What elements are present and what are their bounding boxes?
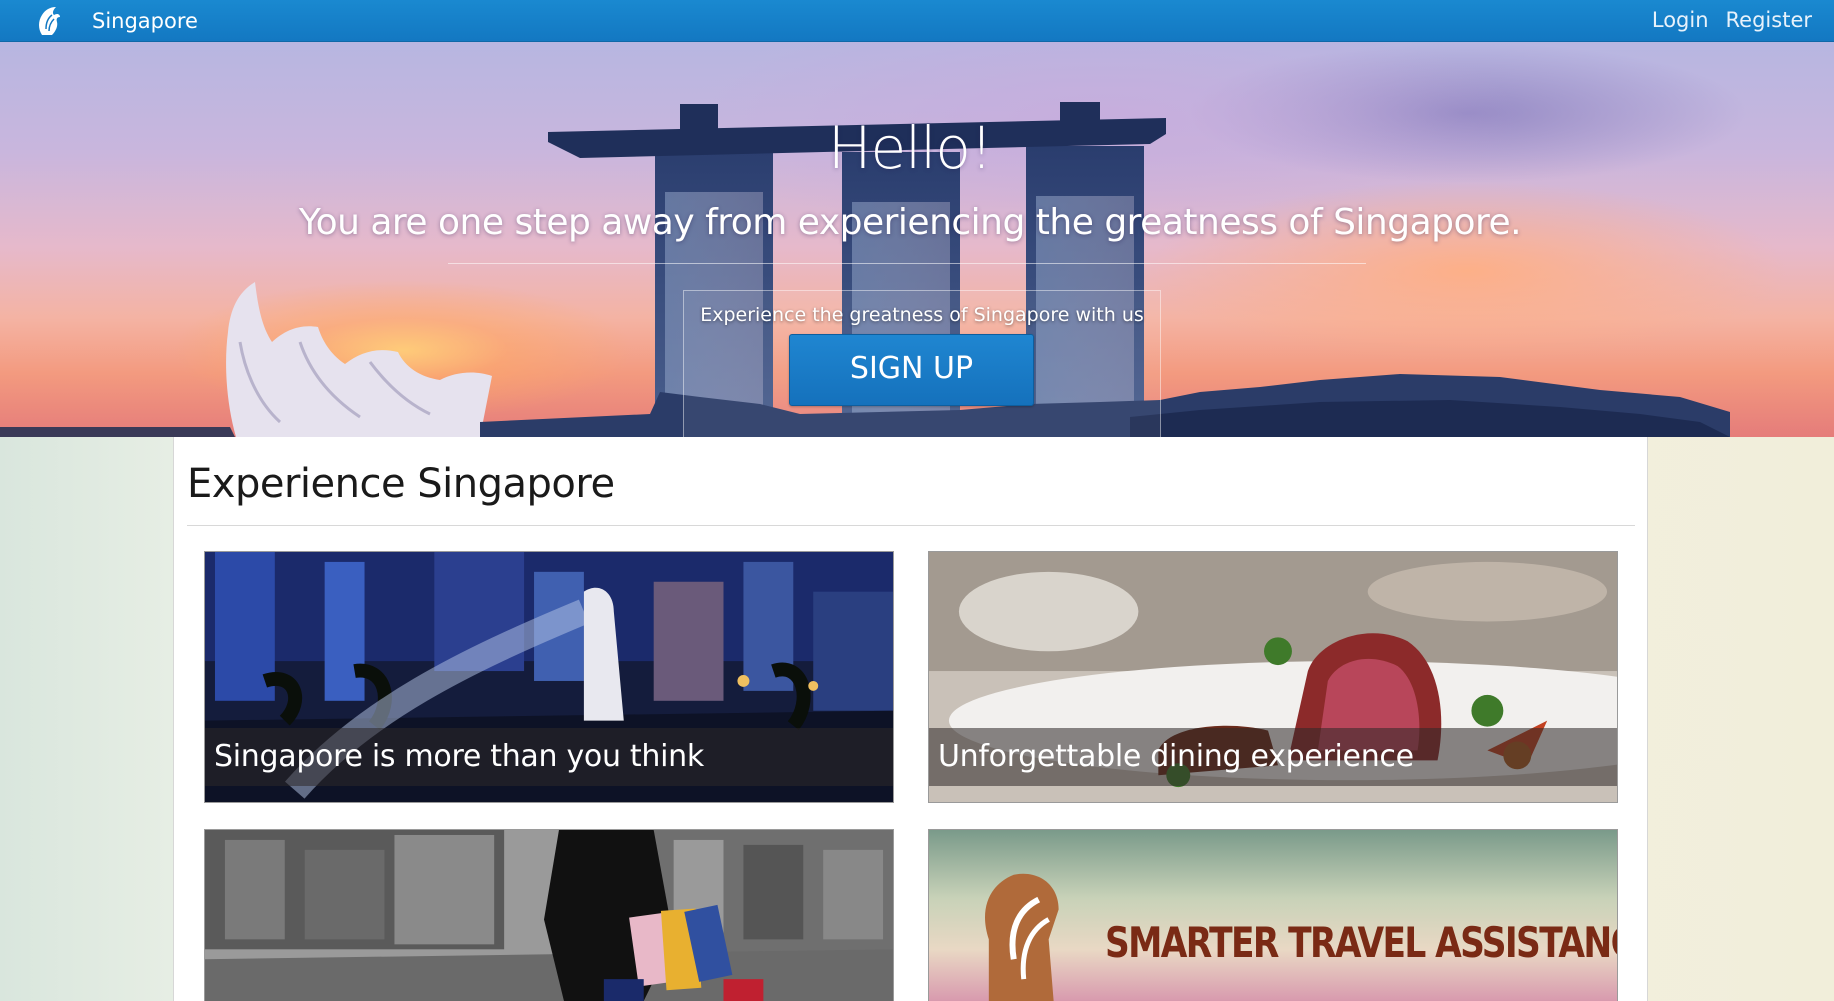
experience-card[interactable]: SMARTER TRAVEL ASSISTANC	[928, 829, 1618, 1001]
travel-assistant-banner-image	[929, 830, 1617, 1001]
brand-name[interactable]: Singapore	[92, 8, 198, 34]
card-caption: Unforgettable dining experience	[929, 728, 1617, 786]
experience-card[interactable]	[204, 829, 894, 1001]
card-caption: Singapore is more than you think	[205, 728, 893, 786]
hero-divider	[448, 263, 1366, 264]
experience-card[interactable]: Singapore is more than you think	[204, 551, 894, 803]
hero-subtitle: You are one step away from experiencing …	[298, 202, 1522, 243]
experience-card[interactable]: Unforgettable dining experience	[928, 551, 1618, 803]
merlion-logo-icon[interactable]	[34, 5, 64, 37]
nav-links: Login Register	[1652, 7, 1812, 33]
login-link[interactable]: Login	[1652, 7, 1709, 33]
top-navbar: Singapore Login Register	[0, 0, 1834, 42]
section-divider	[187, 525, 1635, 526]
signup-tagline: Experience the greatness of Singapore wi…	[700, 304, 1144, 326]
sign-up-button[interactable]: SIGN UP	[789, 334, 1034, 406]
section-title: Experience Singapore	[187, 461, 615, 507]
hero-title: Hello!	[827, 114, 993, 182]
register-link[interactable]: Register	[1726, 7, 1812, 33]
main-content: Experience Singapore Singapore is more t…	[173, 437, 1648, 1001]
shopping-street-image	[205, 830, 893, 1001]
signup-panel: Experience the greatness of Singapore wi…	[683, 290, 1161, 437]
banner-text: SMARTER TRAVEL ASSISTANC	[1105, 918, 1618, 967]
hero-banner: Hello! You are one step away from experi…	[0, 42, 1834, 437]
